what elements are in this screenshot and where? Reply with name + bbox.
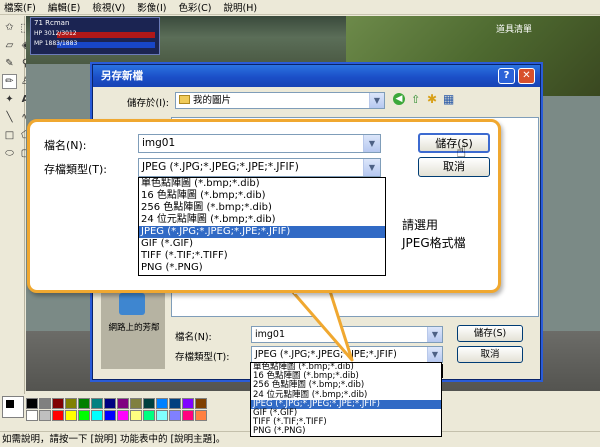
color-swatch[interactable]: [65, 398, 77, 409]
list-item[interactable]: 單色點陣圖 (*.bmp;*.dib): [139, 178, 385, 190]
color-swatch[interactable]: [156, 410, 168, 421]
callout-save-button[interactable]: 儲存(S): [418, 133, 490, 153]
color-swatch[interactable]: [143, 398, 155, 409]
color-swatch[interactable]: [117, 410, 129, 421]
menu-edit[interactable]: 編輯(E): [48, 0, 80, 14]
color-swatch[interactable]: [78, 410, 90, 421]
current-colors[interactable]: [2, 396, 24, 418]
game-shop-label: 道具清單: [496, 25, 533, 35]
filetype-dropdown-list: 單色點陣圖 (*.bmp;*.dib) 16 色點陣圖 (*.bmp;*.dib…: [250, 362, 442, 437]
list-item[interactable]: 256 色點陣圖 (*.bmp;*.dib): [139, 202, 385, 214]
color-swatch[interactable]: [26, 398, 38, 409]
menu-file[interactable]: 檔案(F): [4, 0, 36, 14]
color-swatch[interactable]: [65, 410, 77, 421]
color-swatch[interactable]: [26, 410, 38, 421]
color-swatch[interactable]: [130, 398, 142, 409]
airbrush-icon[interactable]: ✦: [2, 92, 17, 107]
color-swatch[interactable]: [39, 398, 51, 409]
callout-filename-label: 檔名(N):: [44, 139, 87, 152]
color-swatch[interactable]: [91, 398, 103, 409]
chevron-down-icon[interactable]: ▼: [427, 327, 442, 342]
game-status-panel: 71 Rcman HP 3012/3012 MP 1883/1883: [30, 17, 160, 55]
pencil-icon[interactable]: ✏: [2, 74, 17, 89]
color-swatch[interactable]: [104, 410, 116, 421]
new-folder-icon[interactable]: ✱: [427, 92, 437, 106]
save-button[interactable]: 儲存(S): [457, 325, 523, 342]
folder-icon: [179, 95, 190, 104]
cancel-button[interactable]: 取消: [457, 346, 523, 363]
up-folder-icon[interactable]: ⇧: [411, 93, 420, 106]
game-hp: HP 3012/3012: [34, 30, 77, 37]
color-swatch[interactable]: [117, 398, 129, 409]
eraser-icon[interactable]: ▱: [2, 38, 17, 53]
toolbox: ✩ ⬚ ▱ ◈ ✎ ⚲ ✏ ♙ ✦ A ╲ ∿ □ ⬠ ⬭ ▢: [0, 16, 31, 396]
filetype-label: 存檔類型(T):: [175, 352, 230, 363]
list-item[interactable]: PNG (*.PNG): [139, 262, 385, 274]
filename-label: 檔名(N):: [175, 332, 212, 343]
color-swatch[interactable]: [52, 398, 64, 409]
color-swatch[interactable]: [130, 410, 142, 421]
color-swatch[interactable]: [52, 410, 64, 421]
callout-filetype-select[interactable]: JPEG (*.JPG;*.JPEG;*.JPE;*.JFIF) ▼: [138, 158, 381, 177]
color-swatch[interactable]: [195, 410, 207, 421]
game-player-name: 71 Rcman: [34, 19, 70, 27]
callout-filename-input[interactable]: img01 ▼: [138, 134, 381, 153]
back-icon[interactable]: ◀: [393, 93, 405, 105]
color-swatch[interactable]: [156, 398, 168, 409]
chevron-down-icon[interactable]: ▼: [363, 159, 380, 176]
free-select-icon[interactable]: ✩: [2, 20, 17, 35]
callout-cancel-button[interactable]: 取消: [418, 157, 490, 177]
list-item[interactable]: PNG (*.PNG): [251, 427, 441, 436]
zoom-callout: 檔名(N): img01 ▼ 存檔類型(T): JPEG (*.JPG;*.JP…: [27, 119, 501, 293]
color-swatch[interactable]: [39, 410, 51, 421]
color-swatch[interactable]: [169, 398, 181, 409]
menu-help[interactable]: 說明(H): [224, 0, 258, 14]
color-picker-icon[interactable]: ✎: [2, 56, 17, 71]
list-item[interactable]: 24 位元點陣圖 (*.bmp;*.dib): [139, 214, 385, 226]
callout-filetype-list: 單色點陣圖 (*.bmp;*.dib) 16 色點陣圖 (*.bmp;*.dib…: [138, 177, 386, 276]
menu-bar: 檔案(F) 編輯(E) 檢視(V) 影像(I) 色彩(C) 說明(H): [0, 0, 600, 15]
network-icon[interactable]: [119, 293, 145, 315]
list-item[interactable]: TIFF (*.TIF;*.TIFF): [139, 250, 385, 262]
color-swatch[interactable]: [182, 398, 194, 409]
menu-image[interactable]: 影像(I): [137, 0, 166, 14]
callout-filetype-label: 存檔類型(T):: [44, 163, 108, 176]
color-swatch[interactable]: [182, 410, 194, 421]
color-swatch[interactable]: [195, 398, 207, 409]
color-swatch[interactable]: [78, 398, 90, 409]
network-places-label[interactable]: 網路上的芳鄰: [101, 321, 167, 333]
color-swatch[interactable]: [91, 410, 103, 421]
help-icon[interactable]: ?: [498, 68, 515, 84]
menu-view[interactable]: 檢視(V): [92, 0, 125, 14]
line-icon[interactable]: ╲: [2, 110, 17, 125]
save-in-label: 儲存於(I):: [127, 98, 169, 109]
callout-note-line2: JPEG格式檔: [402, 236, 466, 250]
game-mp: MP 1883/1883: [34, 40, 78, 47]
list-item[interactable]: 16 色點陣圖 (*.bmp;*.dib): [139, 190, 385, 202]
close-icon[interactable]: ✕: [518, 68, 535, 84]
list-item[interactable]: GIF (*.GIF): [139, 238, 385, 250]
list-item-selected[interactable]: JPEG (*.JPG;*.JPEG;*.JPE;*.JFIF): [139, 226, 385, 238]
callout-pointer: [290, 286, 354, 362]
callout-note-line1: 請選用: [402, 218, 439, 232]
chevron-down-icon[interactable]: ▼: [369, 93, 384, 108]
chevron-down-icon[interactable]: ▼: [427, 347, 442, 362]
menu-colors[interactable]: 色彩(C): [178, 0, 211, 14]
rectangle-icon[interactable]: □: [2, 128, 17, 143]
color-swatch[interactable]: [169, 410, 181, 421]
save-in-select[interactable]: 我的圖片 ▼: [175, 92, 385, 109]
dialog-title: 另存新檔: [93, 65, 540, 87]
view-menu-icon[interactable]: ▦: [443, 92, 454, 106]
ellipse-icon[interactable]: ⬭: [2, 146, 17, 161]
color-swatch[interactable]: [143, 410, 155, 421]
color-swatch[interactable]: [104, 398, 116, 409]
chevron-down-icon[interactable]: ▼: [363, 135, 380, 152]
callout-note: 請選用 JPEG格式檔: [402, 216, 466, 252]
